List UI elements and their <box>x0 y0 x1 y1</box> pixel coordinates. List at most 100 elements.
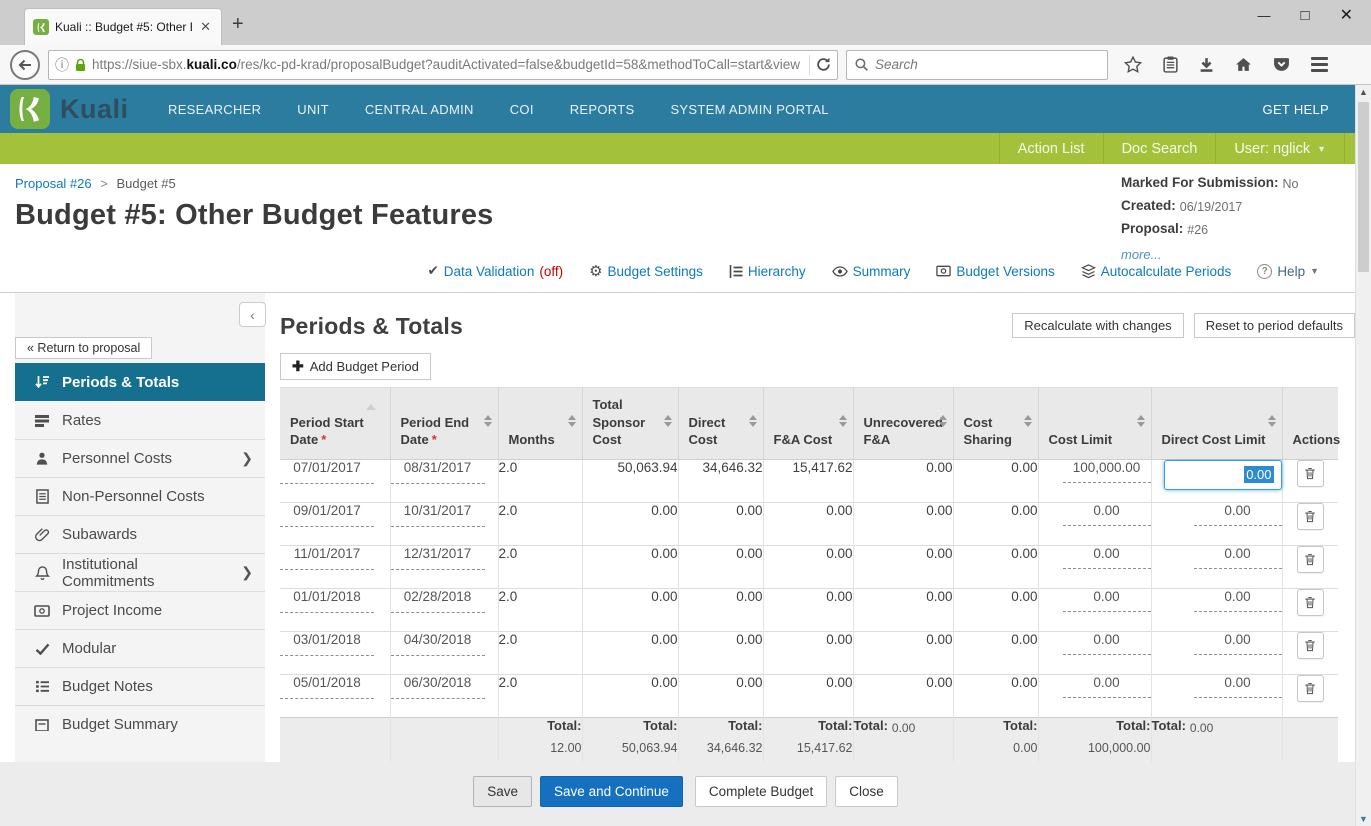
col-direct-cost-limit[interactable]: Direct Cost Limit <box>1151 388 1282 460</box>
more-link[interactable]: more... <box>1121 247 1161 262</box>
sidebar-item-non-personnel-costs[interactable]: Non-Personnel Costs <box>15 477 265 515</box>
hierarchy-link[interactable]: Hierarchy <box>729 264 806 279</box>
search-bar[interactable]: Search <box>846 50 1108 80</box>
delete-period-button[interactable] <box>1297 460 1324 487</box>
cost-limit-field[interactable]: 0.00 <box>1063 589 1151 612</box>
sort-icon[interactable] <box>839 415 847 427</box>
summary-link[interactable]: Summary <box>832 264 911 279</box>
sort-icon[interactable] <box>568 415 576 427</box>
breadcrumb-proposal-link[interactable]: Proposal #26 <box>15 176 92 191</box>
direct-cost-limit-field[interactable]: 0.00 <box>1194 546 1282 569</box>
sort-icon[interactable] <box>1268 415 1276 427</box>
kuali-logo[interactable]: Kuali <box>0 89 168 129</box>
direct-cost-limit-field[interactable]: 0.00 <box>1194 589 1282 612</box>
sidebar-item-rates[interactable]: Rates <box>15 401 265 439</box>
sort-icon[interactable] <box>484 415 492 427</box>
recalculate-button[interactable]: Recalculate with changes <box>1012 313 1183 338</box>
period-start-field[interactable]: 05/01/2018 <box>280 675 374 699</box>
sidebar-item-subawards[interactable]: Subawards <box>15 515 265 553</box>
sidebar-collapse-button[interactable]: ‹ <box>239 302 266 327</box>
save-button[interactable]: Save <box>473 776 532 807</box>
doc-search-link[interactable]: Doc Search <box>1103 133 1216 164</box>
period-end-field[interactable]: 02/28/2018 <box>391 589 485 613</box>
sidebar-item-institutional-commitments[interactable]: Institutional Commitments ❯ <box>15 553 265 591</box>
period-start-field[interactable]: 11/01/2017 <box>280 546 374 570</box>
period-start-field[interactable]: 01/01/2018 <box>280 589 374 613</box>
sort-icon[interactable] <box>939 415 947 427</box>
budget-versions-link[interactable]: Budget Versions <box>936 264 1054 279</box>
cost-limit-field[interactable]: 0.00 <box>1063 675 1151 698</box>
home-icon[interactable] <box>1235 57 1252 72</box>
add-budget-period-button[interactable]: ✚ Add Budget Period <box>280 353 431 380</box>
sort-icon[interactable] <box>664 415 672 427</box>
direct-cost-limit-field[interactable]: 0.00 <box>1194 503 1282 526</box>
window-close-icon[interactable]: ✕ <box>1340 5 1353 25</box>
complete-budget-button[interactable]: Complete Budget <box>695 776 827 807</box>
nav-item-reports[interactable]: REPORTS <box>570 102 635 117</box>
nav-item-coi[interactable]: COI <box>510 102 534 117</box>
back-button[interactable] <box>10 50 40 80</box>
col-cost-limit[interactable]: Cost Limit <box>1038 388 1151 460</box>
url-text[interactable]: https://siue-sbx.kuali.co/res/kc-pd-krad… <box>92 57 803 72</box>
sidebar-item-budget-summary[interactable]: Budget Summary <box>15 705 265 743</box>
direct-cost-limit-field[interactable]: 0.00 <box>1194 675 1282 698</box>
menu-icon[interactable] <box>1311 57 1328 72</box>
period-start-field[interactable]: 07/01/2017 <box>280 460 374 484</box>
cost-limit-field[interactable]: 0.00 <box>1063 503 1151 526</box>
return-to-proposal-button[interactable]: « Return to proposal <box>15 337 152 359</box>
sort-icon[interactable] <box>1137 415 1145 427</box>
pocket-icon[interactable] <box>1273 56 1290 73</box>
scroll-down-icon[interactable]: ▼ <box>1356 814 1371 824</box>
delete-period-button[interactable] <box>1297 503 1324 530</box>
nav-item-system-admin-portal[interactable]: SYSTEM ADMIN PORTAL <box>670 102 828 117</box>
page-scrollbar[interactable]: ▲ ▼ <box>1355 85 1371 826</box>
period-end-field[interactable]: 04/30/2018 <box>391 632 485 656</box>
cost-limit-field[interactable]: 0.00 <box>1063 546 1151 569</box>
delete-period-button[interactable] <box>1297 546 1324 573</box>
col-total-sponsor-cost[interactable]: Total Sponsor Cost <box>582 388 678 460</box>
sort-icon[interactable] <box>1024 415 1032 427</box>
tab-close-icon[interactable]: ✕ <box>198 19 213 35</box>
bookmark-star-icon[interactable] <box>1124 56 1142 73</box>
window-minimize-icon[interactable]: — <box>1258 8 1271 23</box>
delete-period-button[interactable] <box>1297 632 1324 659</box>
col-direct-cost[interactable]: Direct Cost <box>678 388 763 460</box>
period-end-field[interactable]: 10/31/2017 <box>391 503 485 527</box>
col-period-end-date[interactable]: Period End Date* <box>390 388 498 460</box>
downloads-icon[interactable] <box>1199 57 1214 73</box>
col-unrecovered-fa[interactable]: Unrecovered F&A <box>853 388 953 460</box>
save-and-continue-button[interactable]: Save and Continue <box>540 776 683 807</box>
period-end-field[interactable]: 06/30/2018 <box>391 675 485 699</box>
sidebar-item-periods-totals[interactable]: Periods & Totals <box>15 363 265 401</box>
data-validation-link[interactable]: ✔ Data Validation (off) <box>427 263 563 279</box>
site-info-icon[interactable]: ⓘ <box>55 55 69 75</box>
sidebar-item-modular[interactable]: Modular <box>15 629 265 667</box>
scroll-up-icon[interactable]: ▲ <box>1356 87 1371 97</box>
col-months[interactable]: Months <box>498 388 582 460</box>
nav-item-central-admin[interactable]: CENTRAL ADMIN <box>365 102 474 117</box>
nav-item-unit[interactable]: UNIT <box>297 102 329 117</box>
period-start-field[interactable]: 03/01/2018 <box>280 632 374 656</box>
browser-tab[interactable]: Kuali :: Budget #5: Other Bud ✕ <box>24 8 222 45</box>
scrollbar-thumb[interactable] <box>1358 102 1369 272</box>
action-list-link[interactable]: Action List <box>999 133 1103 164</box>
reset-defaults-button[interactable]: Reset to period defaults <box>1194 313 1355 338</box>
col-cost-sharing[interactable]: Cost Sharing <box>953 388 1038 460</box>
close-button[interactable]: Close <box>835 776 898 807</box>
new-tab-button[interactable]: + <box>232 14 244 34</box>
direct-cost-limit-input[interactable]: 0.00 <box>1164 460 1282 490</box>
period-end-field[interactable]: 08/31/2017 <box>391 460 485 484</box>
period-start-field[interactable]: 09/01/2017 <box>280 503 374 527</box>
budget-settings-link[interactable]: ⚙ Budget Settings <box>589 262 703 280</box>
delete-period-button[interactable] <box>1297 589 1324 616</box>
sidebar-item-personnel-costs[interactable]: Personnel Costs ❯ <box>15 439 265 477</box>
window-maximize-icon[interactable]: □ <box>1301 7 1310 24</box>
col-period-start-date[interactable]: Period Start Date* <box>280 388 390 460</box>
reading-list-icon[interactable] <box>1163 56 1178 73</box>
delete-period-button[interactable] <box>1297 675 1324 702</box>
user-menu[interactable]: User: nglick▼ <box>1215 133 1345 164</box>
sort-icon[interactable] <box>749 415 757 427</box>
sidebar-item-project-income[interactable]: Project Income <box>15 591 265 629</box>
nav-item-researcher[interactable]: RESEARCHER <box>168 102 261 117</box>
cost-limit-field[interactable]: 100,000.00 <box>1063 460 1151 483</box>
